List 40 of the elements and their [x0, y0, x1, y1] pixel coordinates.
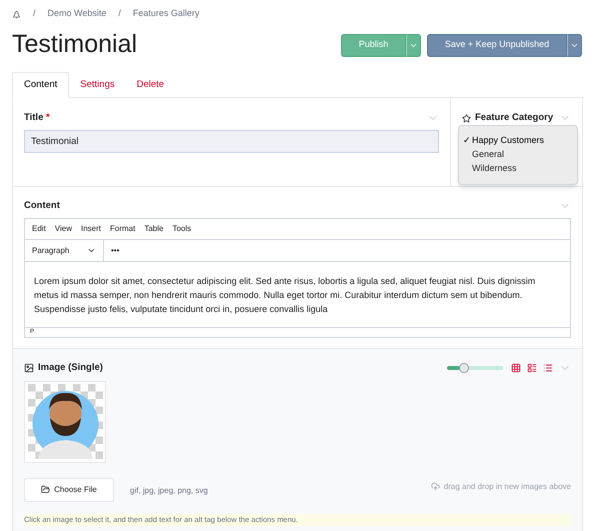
- tab[interactable]: Delete: [126, 72, 176, 98]
- menu-item[interactable]: Table: [144, 223, 164, 236]
- field-label: Content: [24, 199, 60, 213]
- star-icon: [462, 114, 471, 123]
- cloud-upload-icon: [430, 482, 440, 491]
- breadcrumb-link[interactable]: Demo Website: [48, 7, 106, 21]
- title-input[interactable]: Testimonial: [24, 130, 439, 154]
- field-label: Feature Category: [475, 111, 554, 125]
- breadcrumb-separator: /: [33, 7, 36, 20]
- menu-option[interactable]: Wilderness: [459, 162, 577, 176]
- editor-body[interactable]: Lorem ipsum dolor sit amet, consectetur adipiscing elit. Sed ante risus, lobortis a ligula sed, aliquet feugiat nisl. Duis dignissim metus id massa semper, non hendrerit mauris commodo. Nulla eget tortor mi. Curabitur interdum dictum sem ut bibendum. Suspendisse justo felis, vulputate tincidunt orci in, posuere convallis ligula: [25, 262, 570, 328]
- menu-option[interactable]: General: [459, 148, 577, 162]
- menu-option[interactable]: ✓Happy Customers: [459, 134, 577, 148]
- folder-icon: [41, 485, 50, 494]
- tab[interactable]: Settings: [69, 72, 126, 98]
- block-format-select[interactable]: Paragraph: [25, 240, 104, 262]
- menu-item[interactable]: Insert: [81, 223, 102, 236]
- file-types: gif, jpg, jpeg, png, svg: [130, 484, 208, 496]
- tree-icon[interactable]: [12, 10, 21, 18]
- field-label: Title *: [24, 111, 50, 125]
- drop-hint: drag and drop in new images above: [444, 480, 571, 492]
- grid-icon[interactable]: [511, 363, 521, 374]
- tab[interactable]: Content: [12, 72, 70, 98]
- dropdown-toggle[interactable]: [567, 34, 582, 56]
- choose-file-button[interactable]: Choose File: [24, 478, 114, 502]
- menu-item[interactable]: View: [54, 223, 72, 236]
- menu-item[interactable]: Format: [110, 223, 136, 236]
- menu-item[interactable]: Edit: [32, 223, 46, 236]
- size-slider[interactable]: [447, 366, 503, 370]
- layout-list-icon[interactable]: [527, 363, 537, 374]
- save-button[interactable]: Save + Keep Unpublished: [427, 34, 567, 56]
- field-label: Image (Single): [38, 361, 103, 376]
- page-title: Testimonial: [12, 29, 138, 60]
- breadcrumb-separator: /: [118, 7, 121, 20]
- menu-item[interactable]: Tools: [172, 223, 192, 236]
- list-icon[interactable]: [543, 363, 553, 374]
- more-button[interactable]: •••: [104, 240, 126, 262]
- dropdown-toggle[interactable]: [406, 34, 421, 56]
- breadcrumb-link[interactable]: Features Gallery: [132, 7, 200, 21]
- image-icon: [24, 363, 34, 374]
